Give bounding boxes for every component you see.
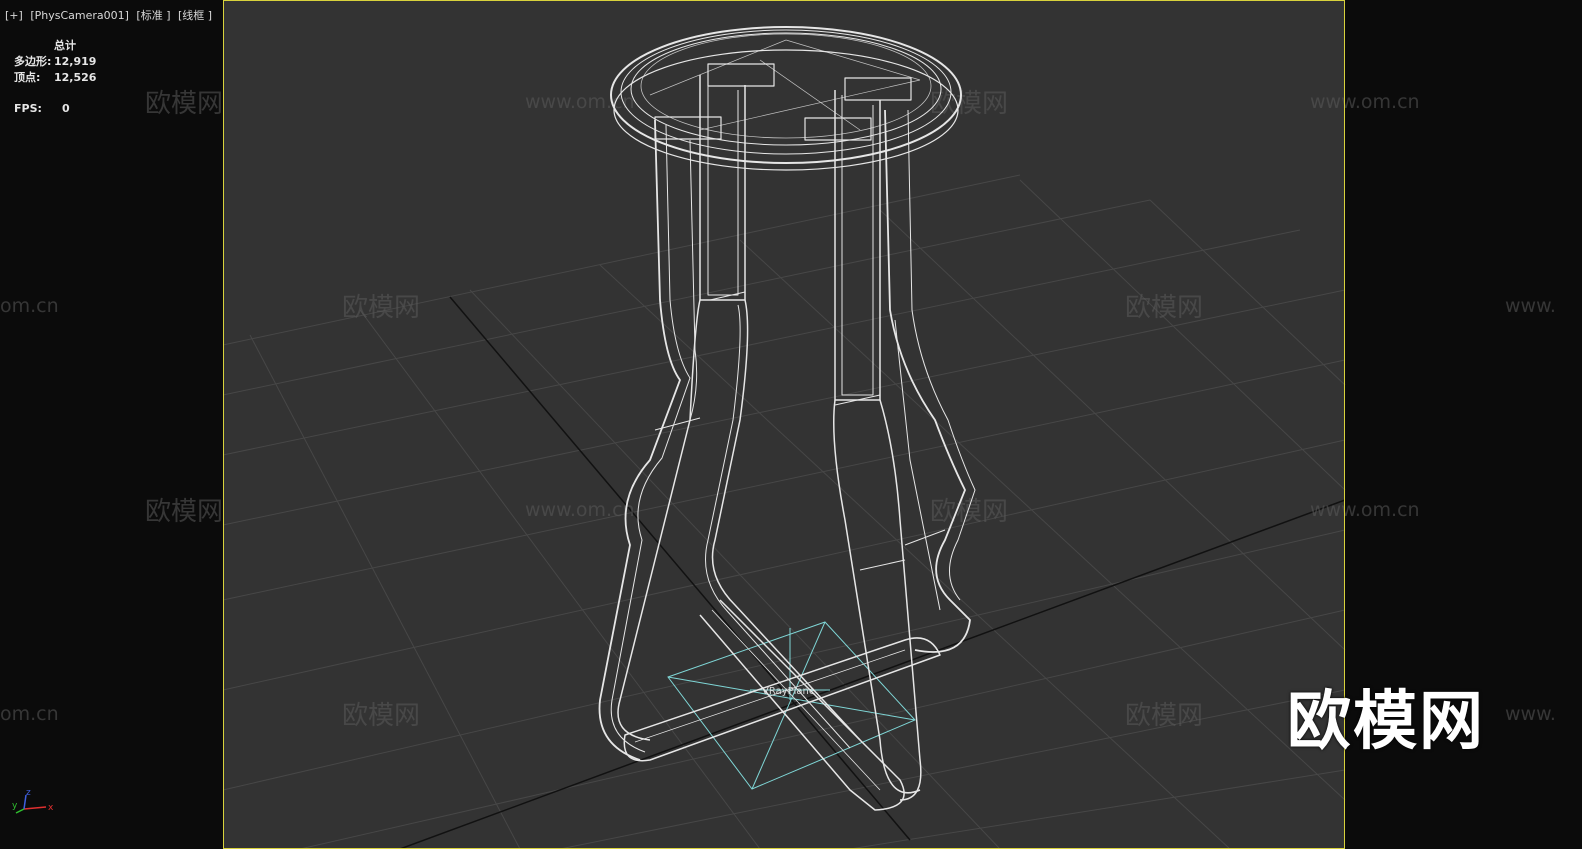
axis-x-label: x [48, 803, 54, 813]
watermark-text: om.cn [0, 703, 59, 725]
watermark-text: www.om.cn [1310, 499, 1420, 521]
watermark-text: www.om.cn [525, 499, 635, 521]
watermark-text: 欧模网 [342, 293, 420, 323]
viewport-camera-label[interactable]: [PhysCamera001] [30, 9, 129, 22]
fps-value: 0 [62, 102, 70, 115]
watermark-text: www. [1505, 703, 1556, 725]
viewport-label-bar[interactable]: [+] [PhysCamera001] [标准 ] [线框 ] [5, 7, 216, 23]
fps-label: FPS: [14, 102, 42, 115]
viewport-display-mode[interactable]: [线框 ] [178, 9, 212, 22]
axis-gizmo-icon: x z y [12, 788, 54, 814]
stats-fps-row: FPS: 0 [14, 101, 96, 117]
axis-y-label: y [12, 801, 18, 811]
polygons-value: 12,919 [54, 55, 97, 68]
viewport-menu-plus[interactable]: [+] [5, 9, 23, 22]
vertices-label: 顶点: [14, 71, 41, 84]
watermark-text: 欧模网 [145, 89, 223, 119]
viewport-shading-mode[interactable]: [标准 ] [136, 9, 170, 22]
watermark-text: www.om.cn [525, 91, 635, 113]
watermark-text: 欧模网 [1125, 701, 1203, 731]
axis-z-label: z [26, 788, 31, 798]
watermark-text: 欧模网 [930, 497, 1008, 527]
statistics-overlay: 总计 多边形: 12,919 顶点: 12,526 FPS: 0 [14, 38, 96, 117]
stats-polygons-row: 多边形: 12,919 [14, 54, 96, 70]
watermark-logo: 欧模网 [1287, 685, 1485, 759]
watermark-text: www.om.cn [1310, 91, 1420, 113]
watermark-text: 欧模网 [1125, 293, 1203, 323]
polygons-label: 多边形: [14, 55, 52, 68]
watermark-text: 欧模网 [145, 497, 223, 527]
stats-header: 总计 [54, 39, 76, 52]
stats-vertices-row: 顶点: 12,526 [14, 70, 96, 86]
watermark-text: www. [1505, 295, 1556, 317]
watermark-text: 欧模网 [930, 89, 1008, 119]
vertices-value: 12,526 [54, 71, 97, 84]
watermark-text: om.cn [0, 295, 59, 317]
watermark-text: 欧模网 [342, 701, 420, 731]
